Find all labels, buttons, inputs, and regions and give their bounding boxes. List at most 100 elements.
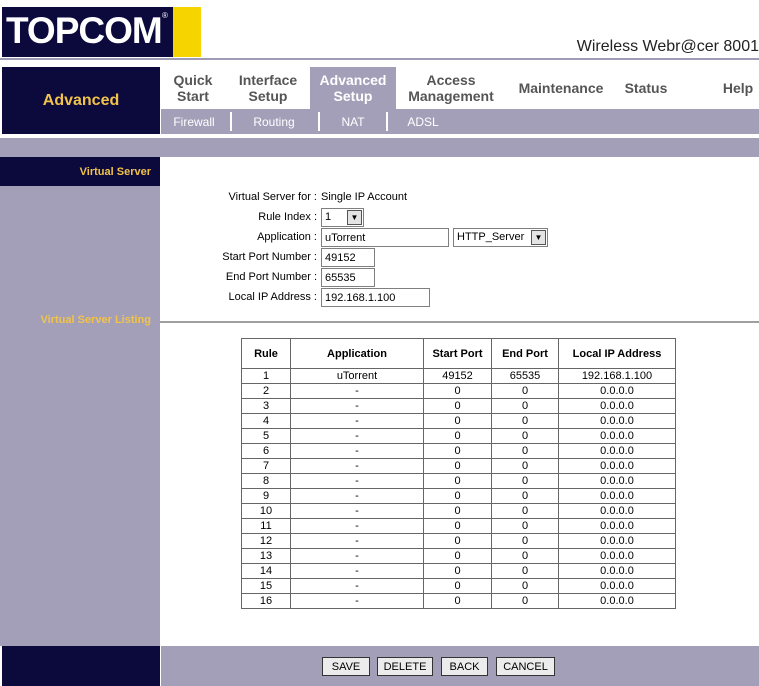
cell-application: - (290, 578, 424, 594)
cell-application: - (290, 518, 424, 534)
cell-end-port: 0 (491, 428, 559, 444)
table-row: 16-0 0 0.0.0.0 (241, 593, 676, 609)
cell-application: uTorrent (290, 368, 424, 384)
section-divider (160, 321, 759, 323)
subnav-separator (318, 112, 320, 131)
table-row: 8-0 0 0.0.0.0 (241, 473, 676, 489)
cell-application: - (290, 533, 424, 549)
nav-access-management[interactable]: Access Management (399, 67, 503, 109)
cell-application: - (290, 473, 424, 489)
sidebar-virtual-server: Virtual Server (0, 157, 160, 186)
cell-application: - (290, 383, 424, 399)
cell-rule: 10 (241, 503, 291, 519)
sub-nav: Firewall Routing NAT ADSL (161, 109, 759, 134)
cell-local-ip: 0.0.0.0 (558, 458, 676, 474)
cell-start-port: 0 (423, 563, 492, 579)
cell-local-ip: 0.0.0.0 (558, 533, 676, 549)
cell-end-port: 0 (491, 443, 559, 459)
dropdown-arrow-icon: ▼ (531, 230, 546, 245)
table-row: 15-0 0 0.0.0.0 (241, 578, 676, 594)
end-port-label: End Port Number : (225, 271, 317, 283)
cell-local-ip: 0.0.0.0 (558, 398, 676, 414)
subnav-routing[interactable]: Routing (235, 109, 313, 134)
cell-local-ip: 0.0.0.0 (558, 473, 676, 489)
cell-end-port: 0 (491, 488, 559, 504)
cell-rule: 3 (241, 398, 291, 414)
cell-rule: 4 (241, 413, 291, 429)
local-ip-label: Local IP Address : (228, 291, 317, 303)
nav-help[interactable]: Help (717, 67, 759, 109)
nav-maintenance[interactable]: Maintenance (511, 67, 611, 109)
cell-start-port: 0 (423, 413, 492, 429)
nav-quick-start[interactable]: Quick Start (161, 67, 225, 109)
cell-rule: 7 (241, 458, 291, 474)
cell-end-port: 0 (491, 563, 559, 579)
logo-text: TOPCOM (6, 10, 163, 51)
cell-local-ip: 0.0.0.0 (558, 563, 676, 579)
cell-local-ip: 0.0.0.0 (558, 593, 676, 609)
cell-rule: 5 (241, 428, 291, 444)
delete-button[interactable]: DELETE (377, 657, 433, 676)
cell-start-port: 0 (423, 503, 492, 519)
cell-end-port: 0 (491, 398, 559, 414)
cell-local-ip: 0.0.0.0 (558, 578, 676, 594)
start-port-input[interactable] (321, 248, 375, 267)
col-local-ip: Local IP Address (558, 338, 676, 369)
cell-local-ip: 192.168.1.100 (558, 368, 676, 384)
cell-end-port: 0 (491, 458, 559, 474)
col-end-port: End Port (491, 338, 559, 369)
cell-start-port: 0 (423, 488, 492, 504)
cell-rule: 16 (241, 593, 291, 609)
table-row: 7-0 0 0.0.0.0 (241, 458, 676, 474)
rule-index-select[interactable]: 1 ▼ (321, 208, 364, 227)
col-start-port: Start Port (423, 338, 492, 369)
application-select[interactable]: HTTP_Server ▼ (453, 228, 548, 247)
cell-application: - (290, 488, 424, 504)
virtual-server-table: Rule Application Start Port End Port Loc… (241, 338, 676, 609)
vs-for-label: Virtual Server for : (228, 191, 317, 203)
nav-advanced-setup[interactable]: Advanced Setup (310, 67, 396, 109)
cell-local-ip: 0.0.0.0 (558, 503, 676, 519)
application-input[interactable] (321, 228, 449, 247)
cell-start-port: 0 (423, 428, 492, 444)
cell-local-ip: 0.0.0.0 (558, 413, 676, 429)
nav-interface-setup[interactable]: Interface Setup (231, 67, 305, 109)
cell-local-ip: 0.0.0.0 (558, 443, 676, 459)
cell-local-ip: 0.0.0.0 (558, 518, 676, 534)
cell-application: - (290, 443, 424, 459)
cancel-button[interactable]: CANCEL (496, 657, 555, 676)
cell-application: - (290, 593, 424, 609)
subnav-nat[interactable]: NAT (323, 109, 383, 134)
main-nav: Quick Start Interface Setup Advanced Set… (161, 67, 759, 109)
subnav-firewall[interactable]: Firewall (161, 109, 227, 134)
table-row: 4-0 0 0.0.0.0 (241, 413, 676, 429)
cell-end-port: 0 (491, 518, 559, 534)
cell-rule: 13 (241, 548, 291, 564)
cell-start-port: 49152 (423, 368, 492, 384)
nav-status[interactable]: Status (616, 67, 676, 109)
cell-start-port: 0 (423, 383, 492, 399)
cell-rule: 2 (241, 383, 291, 399)
end-port-input[interactable] (321, 268, 375, 287)
col-application: Application (290, 338, 424, 369)
cell-start-port: 0 (423, 443, 492, 459)
cell-start-port: 0 (423, 548, 492, 564)
rule-index-value: 1 (325, 211, 332, 223)
cell-end-port: 0 (491, 548, 559, 564)
back-button[interactable]: BACK (441, 657, 488, 676)
cell-end-port: 65535 (491, 368, 559, 384)
save-button[interactable]: SAVE (322, 657, 370, 676)
cell-end-port: 0 (491, 413, 559, 429)
subnav-adsl[interactable]: ADSL (391, 109, 455, 134)
header-divider (0, 58, 759, 60)
cell-end-port: 0 (491, 533, 559, 549)
cell-end-port: 0 (491, 473, 559, 489)
cell-application: - (290, 413, 424, 429)
cell-application: - (290, 428, 424, 444)
table-row: 9-0 0 0.0.0.0 (241, 488, 676, 504)
table-row: 5-0 0 0.0.0.0 (241, 428, 676, 444)
cell-start-port: 0 (423, 473, 492, 489)
table-row: 3-0 0 0.0.0.0 (241, 398, 676, 414)
local-ip-input[interactable] (321, 288, 430, 307)
application-select-value: HTTP_Server (457, 231, 525, 243)
